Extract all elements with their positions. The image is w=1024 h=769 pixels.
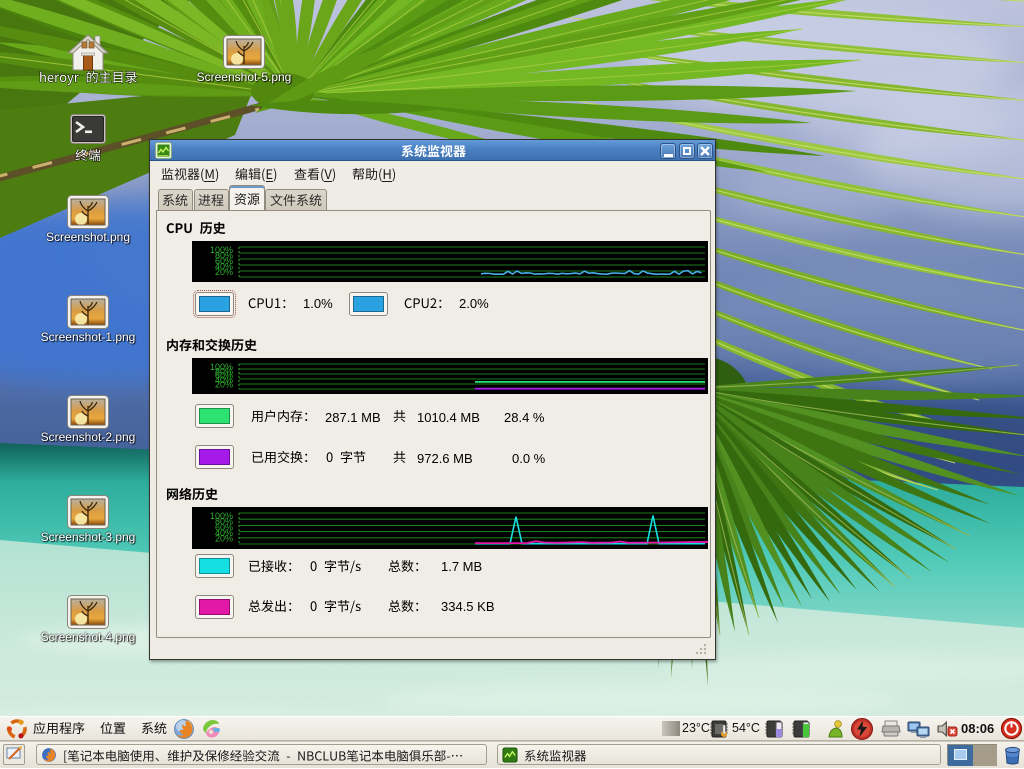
svg-text:20%: 20% <box>215 379 233 389</box>
svg-text:20%: 20% <box>215 534 233 544</box>
svg-text:20%: 20% <box>215 267 233 277</box>
